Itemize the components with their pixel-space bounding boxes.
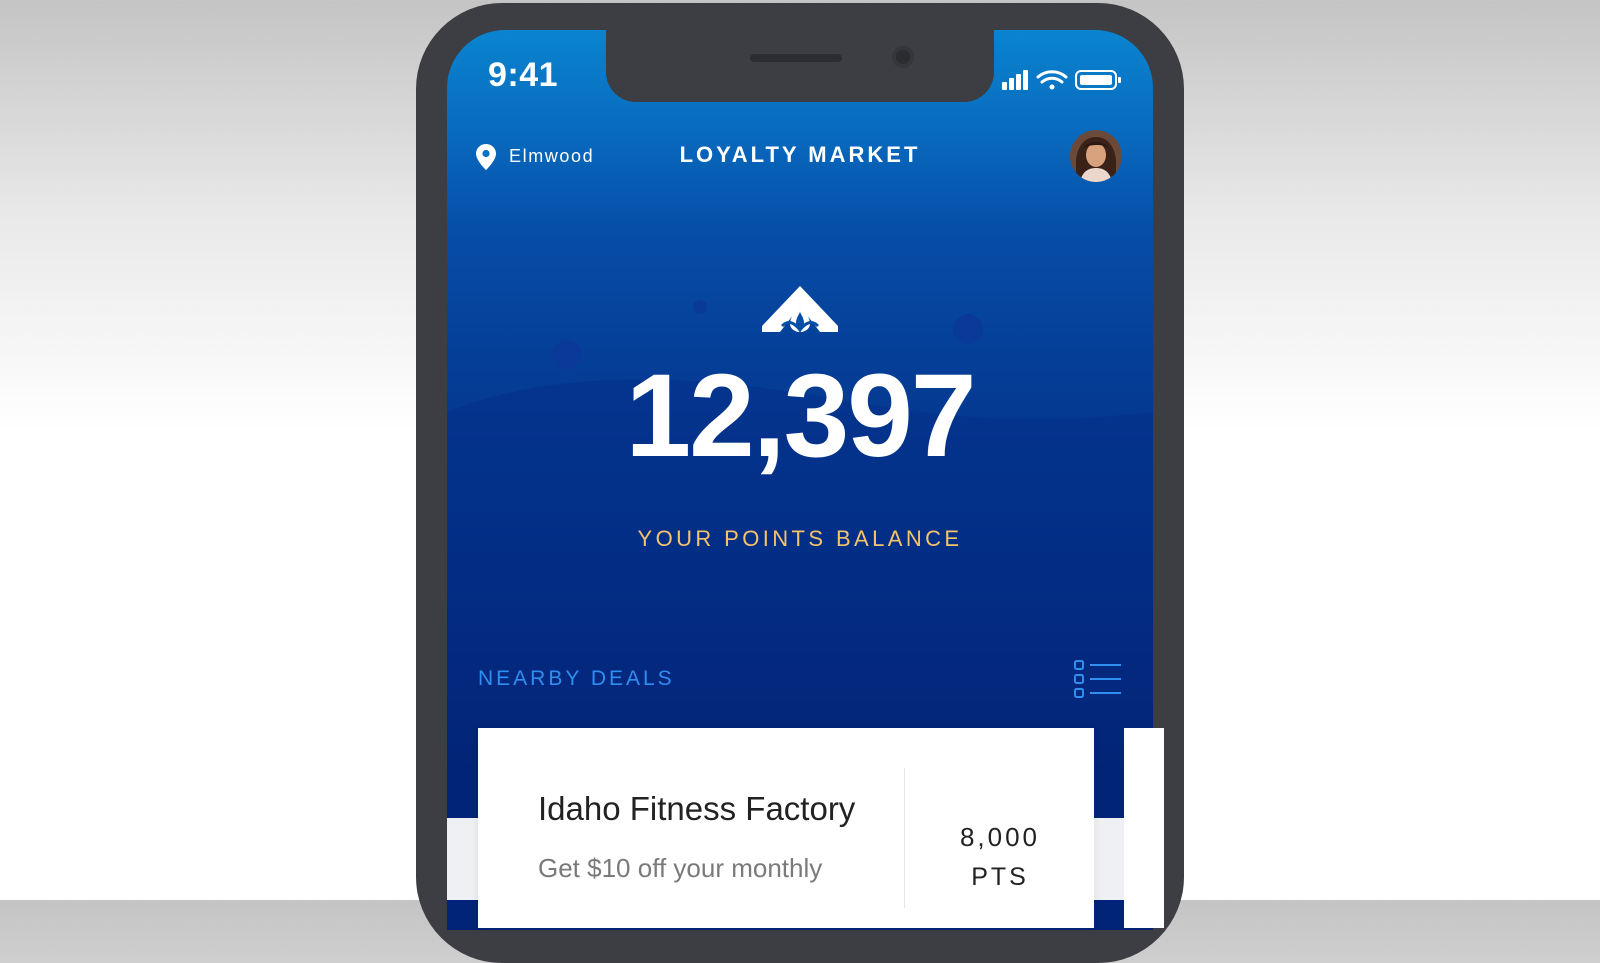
wifi-icon [1036,70,1068,90]
battery-icon [1075,70,1121,90]
brand-logo-icon [762,286,838,332]
points-balance-label: YOUR POINTS BALANCE [637,526,963,551]
nearby-deals-title: NEARBY DEALS [478,667,675,690]
points-balance-value: 12,397 [625,350,977,482]
earpiece-speaker [750,54,842,62]
list-view-icon[interactable] [1074,660,1122,698]
deal-name: Idaho Fitness Factory [538,790,856,827]
device-notch [606,30,994,102]
bubble-decoration [953,314,983,344]
deal-card-divider [904,768,905,908]
deal-description: Get $10 off your monthly [538,853,823,883]
front-camera [892,46,914,68]
status-icons [1002,68,1122,94]
next-deal-card[interactable] [1124,728,1164,928]
cellular-signal-icon [1002,70,1028,90]
user-avatar[interactable] [1070,130,1122,182]
location-pin-icon[interactable] [476,144,496,170]
location-label[interactable]: Elmwood [509,146,594,167]
status-time: 9:41 [488,56,559,94]
app-title: LOYALTY MARKET [679,142,921,167]
bubble-decoration [552,340,582,370]
deal-points-cost: 8,000 [959,822,1041,852]
bubble-decoration [693,300,707,314]
deal-points-unit: PTS [971,863,1029,891]
